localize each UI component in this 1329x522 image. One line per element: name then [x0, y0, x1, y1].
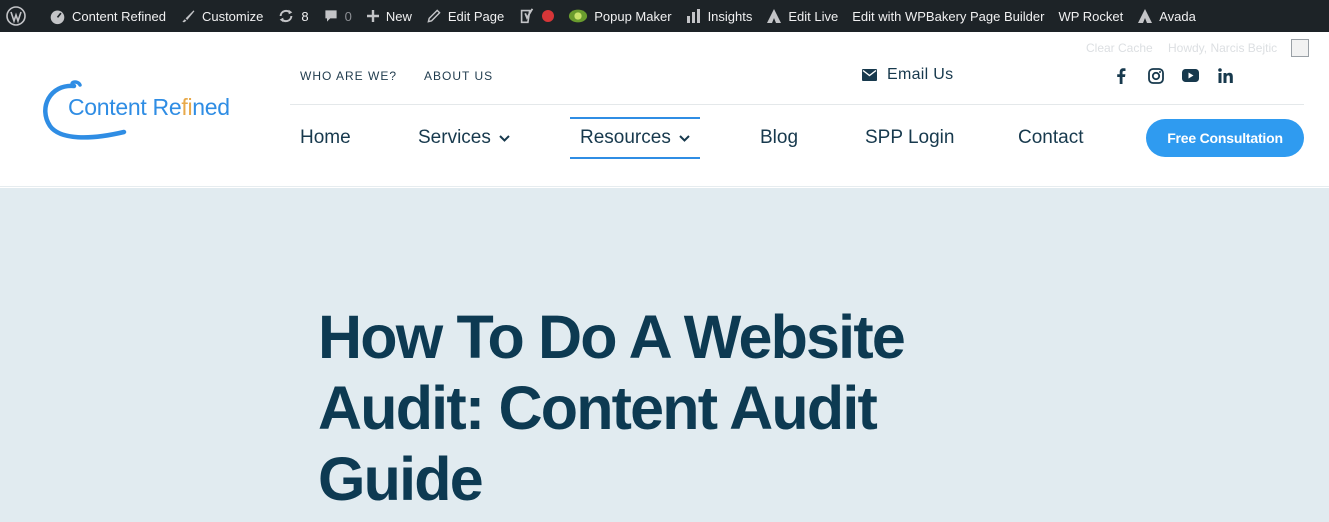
edit-page-link[interactable]: Edit Page [419, 0, 511, 32]
comments-link[interactable]: 0 [316, 0, 359, 32]
nav-home-label: Home [300, 127, 351, 148]
who-are-we-link[interactable]: WHO ARE WE? [300, 69, 397, 83]
site-name-menu[interactable]: Content Refined [42, 0, 173, 32]
brush-icon [182, 10, 195, 23]
email-us-link[interactable]: Email Us [862, 66, 953, 84]
popup-maker-menu[interactable]: Popup Maker [561, 0, 678, 32]
email-us-label: Email Us [887, 66, 954, 83]
nav-services[interactable]: Services [418, 117, 510, 159]
nav-blog-label: Blog [760, 127, 799, 148]
plus-icon [366, 10, 379, 22]
site-logo[interactable]: Content Refined [40, 80, 260, 142]
bar-chart-icon [686, 9, 700, 23]
logo-wordmark: Content Refined [68, 94, 230, 120]
wordpress-logo-button[interactable] [0, 0, 42, 32]
insights-link[interactable]: Insights [679, 0, 760, 32]
updates-icon [279, 9, 293, 23]
instagram-icon[interactable] [1147, 67, 1164, 84]
wpbakery-link[interactable]: Edit with WPBakery Page Builder [845, 0, 1051, 32]
comments-count: 0 [344, 8, 352, 24]
chevron-down-icon [679, 134, 690, 142]
customize-label: Customize [201, 8, 264, 24]
nav-resources[interactable]: Resources [570, 117, 700, 159]
dashboard-gauge-icon [50, 10, 65, 24]
avada-icon [767, 9, 782, 23]
avatar[interactable] [1291, 39, 1309, 57]
header-divider [290, 104, 1304, 105]
top-secondary-nav: WHO ARE WE? ABOUT US [300, 69, 493, 83]
wordpress-icon [6, 6, 26, 26]
edit-live-link[interactable]: Edit Live [759, 0, 845, 32]
nav-spp-login[interactable]: SPP Login [865, 117, 954, 159]
avada-menu[interactable]: Avada [1130, 0, 1203, 32]
clear-cache-link[interactable]: Clear Cache [1086, 41, 1153, 55]
chevron-down-icon [499, 134, 510, 142]
yoast-seo-menu[interactable] [511, 0, 561, 32]
nav-spp-login-label: SPP Login [865, 127, 955, 148]
customize-link[interactable]: Customize [173, 0, 270, 32]
yoast-icon [521, 8, 534, 24]
hero-section: How To Do A Website Audit: Content Audit… [0, 188, 1329, 522]
edit-page-label: Edit Page [447, 8, 505, 24]
seo-status-dot [542, 10, 555, 22]
site-header: Clear Cache Howdy, Narcis Bejtic Content… [0, 32, 1329, 187]
updates-count: 8 [301, 8, 309, 24]
youtube-icon[interactable] [1182, 67, 1199, 84]
nav-services-label: Services [418, 127, 491, 148]
updates-link[interactable]: 8 [270, 0, 315, 32]
envelope-icon [862, 69, 877, 81]
nav-home[interactable]: Home [300, 117, 351, 159]
wp-rocket-menu[interactable]: WP Rocket [1051, 0, 1130, 32]
wp-rocket-label: WP Rocket [1058, 8, 1124, 24]
popup-maker-icon [569, 9, 588, 23]
insights-label: Insights [707, 8, 753, 24]
howdy-user-label[interactable]: Howdy, Narcis Bejtic [1168, 41, 1277, 55]
nav-contact-label: Contact [1018, 127, 1084, 148]
nav-resources-label: Resources [580, 127, 671, 148]
new-content-menu[interactable]: New [359, 0, 419, 32]
avada-label: Avada [1159, 8, 1196, 24]
facebook-icon[interactable] [1112, 67, 1129, 84]
edit-live-label: Edit Live [788, 8, 839, 24]
about-us-link[interactable]: ABOUT US [424, 69, 493, 83]
avada-icon [1138, 9, 1153, 23]
social-links [1112, 67, 1234, 84]
page-title: How To Do A Website Audit: Content Audit… [318, 303, 906, 513]
nav-contact[interactable]: Contact [1018, 117, 1083, 159]
popup-maker-label: Popup Maker [594, 8, 672, 24]
site-name-label: Content Refined [72, 8, 166, 24]
new-label: New [385, 8, 412, 24]
comment-bubble-icon [325, 10, 337, 22]
free-consultation-button[interactable]: Free Consultation [1146, 119, 1304, 157]
wp-admin-bar: Content Refined Customize 8 0 New Edit P… [0, 0, 1329, 32]
pencil-icon [427, 9, 441, 23]
linkedin-icon[interactable] [1217, 67, 1234, 84]
wpbakery-label: Edit with WPBakery Page Builder [852, 8, 1045, 24]
nav-blog[interactable]: Blog [760, 117, 798, 159]
